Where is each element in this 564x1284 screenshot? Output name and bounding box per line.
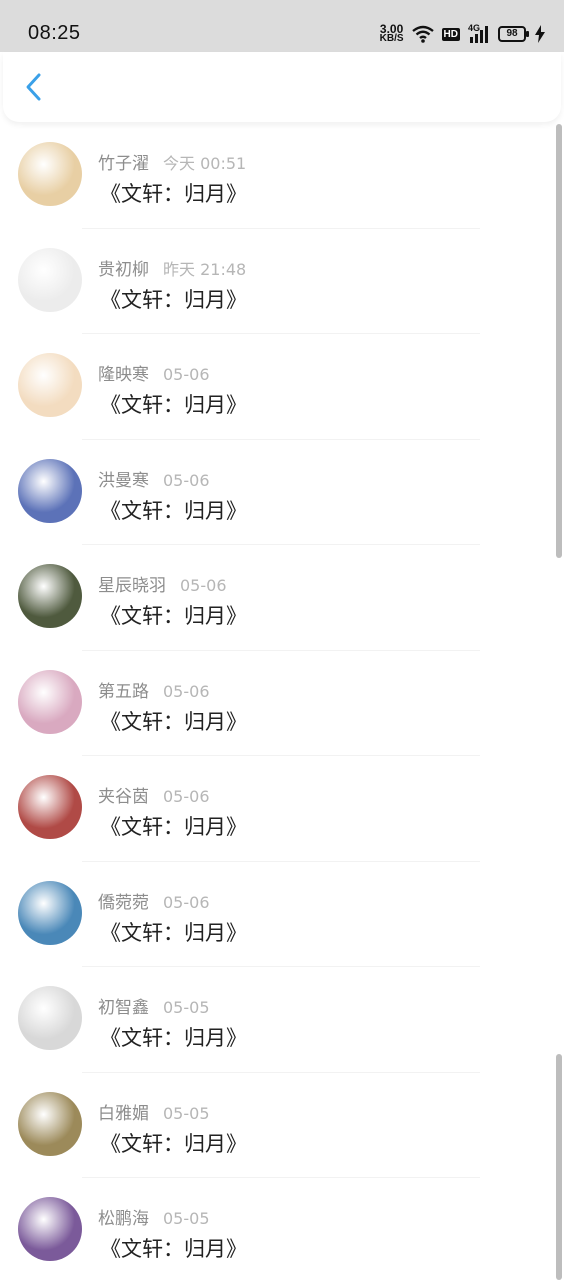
sender-line: 夹谷茵 05-06: [98, 782, 210, 807]
list-item[interactable]: 白雅媚 05-05 《文轩：归月》: [0, 1073, 552, 1178]
hd-badge: HD: [441, 27, 460, 41]
message-time: 05-06: [163, 365, 210, 384]
avatar[interactable]: [18, 247, 82, 312]
network-speed: 3.00 KB/S: [379, 23, 404, 44]
sender-line: 松鹏海 05-05: [98, 1204, 210, 1229]
avatar-image: [18, 1091, 82, 1156]
top-app-bar: [3, 52, 561, 122]
list-item[interactable]: 僑菀菀 05-06 《文轩：归月》: [0, 862, 552, 967]
avatar-image: [18, 142, 82, 206]
avatar[interactable]: [18, 458, 82, 523]
avatar[interactable]: [18, 1197, 82, 1261]
message-text: 《文轩：归月》: [100, 393, 247, 417]
message-time: 05-05: [163, 1209, 210, 1228]
list-item[interactable]: 竹子濯 今天 00:51 《文轩：归月》: [0, 123, 552, 229]
message-text: 《文轩：归月》: [100, 1237, 247, 1261]
sender-name: 竹子濯: [98, 154, 149, 174]
charging-icon: [535, 25, 545, 43]
avatar-image: [18, 353, 82, 417]
message-time: 今天 00:51: [163, 154, 247, 173]
message-text: 《文轩：归月》: [100, 604, 247, 628]
status-bar: 08:25 3.00 KB/S HD 4G 98: [0, 0, 564, 52]
avatar[interactable]: [18, 564, 82, 628]
speed-unit: KB/S: [379, 33, 404, 44]
sender-name: 贵初柳: [98, 259, 149, 280]
message-text: 《文轩：归月》: [100, 1026, 247, 1050]
avatar-image: [18, 247, 82, 312]
sender-name: 僑菀菀: [98, 892, 149, 913]
sender-name: 星辰晓羽: [98, 576, 166, 596]
list-item[interactable]: 松鹏海 05-05 《文轩：归月》: [0, 1178, 552, 1284]
avatar[interactable]: [18, 880, 82, 945]
list-item[interactable]: 初智鑫 05-05 《文轩：归月》: [0, 967, 552, 1073]
sender-name: 夹谷茵: [98, 787, 149, 807]
message-time: 05-06: [163, 787, 210, 806]
sender-line: 贵初柳 昨天 21:48: [98, 255, 246, 280]
message-time: 05-06: [163, 470, 210, 490]
avatar-image: [18, 986, 82, 1050]
sender-name: 白雅媚: [98, 1103, 149, 1124]
message-text: 《文轩：归月》: [100, 709, 247, 734]
status-icons: 3.00 KB/S HD 4G 98: [380, 22, 546, 46]
list-item[interactable]: 洪曼寒 05-06 《文轩：归月》: [0, 440, 552, 545]
avatar-image: [18, 458, 82, 523]
avatar-image: [18, 564, 82, 628]
signal-bars-icon: [470, 26, 488, 43]
message-time: 05-06: [163, 892, 210, 912]
message-text: 《文轩：归月》: [100, 1131, 247, 1156]
sender-name: 隆映寒: [98, 365, 149, 385]
list-item[interactable]: 第五路 05-06 《文轩：归月》: [0, 651, 552, 756]
sender-line: 第五路 05-06: [98, 677, 210, 702]
status-time: 08:25: [28, 22, 81, 44]
sender-line: 洪曼寒 05-06: [98, 466, 210, 491]
sender-name: 初智鑫: [98, 998, 149, 1018]
avatar[interactable]: [18, 353, 82, 417]
message-list: 竹子濯 今天 00:51 《文轩：归月》 贵初柳 昨天 21:48 《文轩：归月》 …: [0, 123, 552, 1284]
sender-line: 僑菀菀 05-06: [98, 888, 210, 913]
chevron-left-icon: [26, 73, 41, 101]
sender-line: 白雅媚 05-05: [98, 1099, 210, 1124]
message-text: 《文轩：归月》: [100, 920, 247, 945]
avatar[interactable]: [18, 986, 82, 1050]
sender-name: 松鹏海: [98, 1209, 149, 1229]
sender-name: 洪曼寒: [98, 470, 149, 491]
avatar-image: [18, 880, 82, 945]
sender-line: 隆映寒 05-06: [98, 360, 210, 385]
avatar-image: [18, 775, 82, 839]
message-time: 05-05: [163, 1103, 210, 1123]
avatar[interactable]: [18, 1091, 82, 1156]
sender-line: 竹子濯 今天 00:51: [98, 149, 246, 174]
battery-indicator: 98: [498, 26, 529, 42]
list-item[interactable]: 星辰晓羽 05-06 《文轩：归月》: [0, 545, 552, 651]
message-text: 《文轩：归月》: [100, 287, 247, 312]
message-time: 05-05: [163, 998, 210, 1017]
scroll-thumb-secondary[interactable]: [556, 1054, 562, 1280]
avatar[interactable]: [18, 775, 82, 839]
wifi-icon: [411, 25, 434, 43]
list-item[interactable]: 隆映寒 05-06 《文轩：归月》: [0, 334, 552, 440]
avatar[interactable]: [18, 142, 82, 206]
sender-line: 初智鑫 05-05: [98, 993, 210, 1018]
avatar-image: [18, 1197, 82, 1261]
list-item[interactable]: 贵初柳 昨天 21:48 《文轩：归月》: [0, 229, 552, 334]
message-time: 昨天 21:48: [163, 259, 247, 279]
message-time: 05-06: [163, 681, 210, 701]
sender-name: 第五路: [98, 681, 149, 702]
message-text: 《文轩：归月》: [100, 182, 247, 206]
cellular-signal: 4G: [468, 23, 490, 43]
back-button[interactable]: [17, 70, 51, 104]
list-item[interactable]: 夹谷茵 05-06 《文轩：归月》: [0, 756, 552, 862]
message-text: 《文轩：归月》: [100, 815, 247, 839]
avatar[interactable]: [18, 669, 82, 734]
message-text: 《文轩：归月》: [100, 498, 247, 523]
avatar-image: [18, 669, 82, 734]
message-time: 05-06: [180, 576, 227, 595]
sender-line: 星辰晓羽 05-06: [98, 571, 227, 596]
scrollbar[interactable]: [556, 124, 562, 1280]
scroll-thumb[interactable]: [556, 124, 562, 558]
